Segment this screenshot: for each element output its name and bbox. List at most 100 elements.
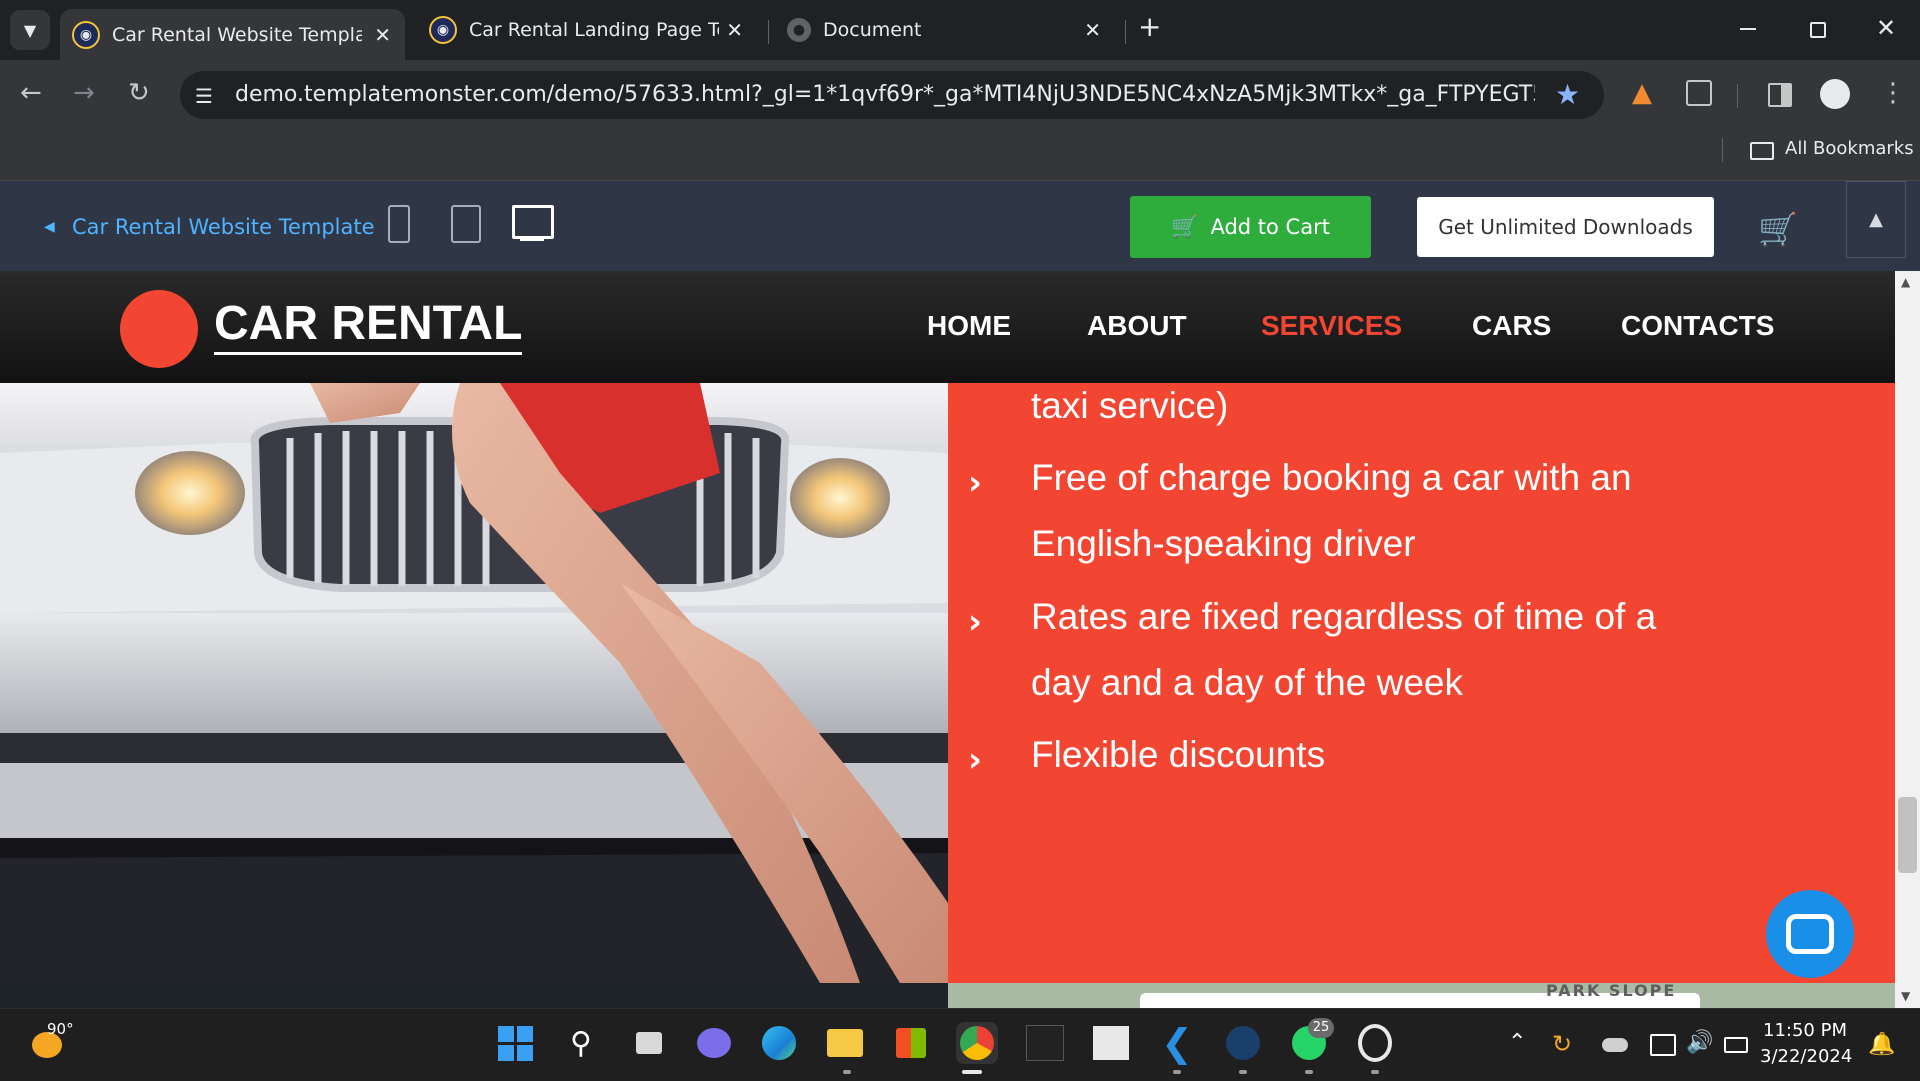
meet-video-icon[interactable]: [693, 1022, 735, 1064]
url-text[interactable]: demo.templatemonster.com/demo/57633.html…: [235, 82, 1535, 107]
browser-tab[interactable]: ● Document ✕: [775, 9, 1115, 51]
tab-title: Car Rental Landing Page Templa: [469, 19, 719, 41]
close-icon[interactable]: ✕: [374, 23, 391, 47]
list-item-line1: Free of charge booking a car with an: [1031, 457, 1632, 498]
chat-bubble-icon: [1786, 914, 1834, 954]
live-chat-button[interactable]: [1766, 890, 1854, 978]
scroll-down-arrow-icon[interactable]: ▼: [1901, 989, 1910, 1003]
bookmark-star-icon[interactable]: ★: [1555, 78, 1580, 111]
extensions-puzzle-icon[interactable]: [1686, 80, 1712, 106]
network-icon[interactable]: [1650, 1034, 1676, 1056]
browser-tab[interactable]: ◉ Car Rental Landing Page Templa ✕: [417, 9, 757, 51]
desktop-view-icon[interactable]: [512, 205, 554, 239]
file-explorer-icon[interactable]: [824, 1022, 866, 1064]
toolbar-divider: [1722, 138, 1723, 162]
back-caret-icon[interactable]: ◀: [44, 219, 55, 235]
close-icon[interactable]: ✕: [726, 18, 743, 42]
menu-kebab-icon[interactable]: ⋮: [1880, 78, 1906, 108]
side-panel-icon[interactable]: [1768, 83, 1792, 107]
mobile-view-icon[interactable]: [388, 205, 410, 243]
sync-icon[interactable]: ↻: [1552, 1030, 1572, 1058]
tray-chevron-up-icon[interactable]: ⌃: [1508, 1030, 1526, 1055]
back-to-template-link[interactable]: Car Rental Website Template: [72, 215, 375, 239]
nav-services[interactable]: SERVICES: [1261, 310, 1402, 342]
nav-cars[interactable]: CARS: [1472, 310, 1551, 342]
restore-icon[interactable]: [1810, 22, 1826, 38]
add-to-cart-label: Add to Cart: [1210, 215, 1330, 239]
running-indicator: [843, 1070, 851, 1074]
notification-bell-icon[interactable]: 🔔: [1868, 1032, 1895, 1057]
scrollbar-thumb[interactable]: [1898, 797, 1917, 873]
chevron-up-icon: ▲: [1869, 209, 1883, 230]
whatsapp-badge: 25: [1308, 1018, 1334, 1038]
taskbar-clock[interactable]: 11:50 PM 3/22/2024: [1760, 1018, 1853, 1070]
bookmarks-bar: [0, 130, 1920, 181]
profile-avatar-icon[interactable]: [1820, 79, 1850, 109]
photo-bottom-strip: [0, 983, 948, 1008]
running-indicator: [1305, 1070, 1313, 1074]
map-label: PARK SLOPE: [1546, 983, 1677, 1000]
tab-divider: [1125, 20, 1126, 44]
forward-arrow-icon[interactable]: →: [73, 78, 95, 108]
tablet-view-icon[interactable]: [451, 205, 481, 243]
all-bookmarks-link[interactable]: All Bookmarks: [1785, 138, 1914, 159]
list-item-partial-text: taxi service): [1031, 385, 1229, 426]
volume-icon[interactable]: 🔊: [1686, 1030, 1713, 1055]
site-logo[interactable]: CAR RENTAL: [214, 300, 523, 355]
cart-icon[interactable]: 🛒: [1758, 210, 1798, 248]
page-scrollbar[interactable]: ▲ ▼: [1895, 271, 1920, 1008]
services-panel: taxi service) › Free of charge booking a…: [948, 383, 1895, 983]
map-preview[interactable]: PARK SLOPE: [948, 983, 1895, 1008]
tab-search-button[interactable]: ▼: [10, 10, 50, 50]
nav-contacts[interactable]: CONTACTS: [1621, 310, 1774, 342]
new-tab-button[interactable]: +: [1138, 10, 1161, 43]
scroll-up-arrow-icon[interactable]: ▲: [1901, 275, 1910, 289]
opera-icon[interactable]: [1354, 1022, 1396, 1064]
running-indicator: [1239, 1070, 1247, 1074]
get-unlimited-downloads-button[interactable]: Get Unlimited Downloads: [1417, 197, 1714, 257]
folder-icon: [1750, 142, 1774, 160]
onedrive-icon[interactable]: [1602, 1038, 1628, 1052]
browser-tab-active[interactable]: ◉ Car Rental Website Template#5 ✕: [60, 9, 405, 60]
nav-home[interactable]: HOME: [927, 310, 1011, 342]
battery-icon[interactable]: [1724, 1037, 1748, 1053]
list-item-line2: day and a day of the week: [1031, 662, 1463, 703]
search-icon[interactable]: ⚲: [560, 1022, 602, 1064]
toolbar-divider: [1737, 84, 1738, 108]
fifa-game-icon[interactable]: [1090, 1022, 1132, 1064]
tab-title: Car Rental Website Template#5: [112, 23, 362, 46]
desktop-stand: [520, 238, 544, 241]
weather-temp[interactable]: 90°: [47, 1020, 74, 1038]
nav-about[interactable]: ABOUT: [1087, 310, 1187, 342]
close-icon[interactable]: ✕: [1084, 18, 1101, 42]
site-info-icon[interactable]: ☰: [195, 84, 213, 108]
cart-icon: 🛒: [1171, 214, 1199, 240]
back-arrow-icon[interactable]: ←: [20, 78, 42, 108]
vscode-icon[interactable]: ❮: [1156, 1021, 1198, 1065]
chevron-down-icon: ▼: [23, 20, 37, 40]
running-indicator: [1371, 1070, 1379, 1074]
collapse-bar-button[interactable]: ▲: [1846, 181, 1906, 258]
microsoft-store-icon[interactable]: [890, 1022, 932, 1064]
list-item-line1: Rates are fixed regardless of time of a: [1031, 596, 1657, 637]
clock-date: 3/22/2024: [1760, 1046, 1853, 1067]
tab-divider: [768, 20, 769, 44]
windows-start-icon[interactable]: [494, 1022, 536, 1064]
task-view-icon[interactable]: [628, 1022, 670, 1064]
reload-icon[interactable]: ↻: [128, 78, 150, 108]
pes-game-icon[interactable]: [1024, 1022, 1066, 1064]
hero-car-photo: [0, 383, 948, 983]
window-close-icon[interactable]: ✕: [1876, 14, 1896, 42]
clock-time: 11:50 PM: [1763, 1020, 1847, 1041]
minimize-icon[interactable]: [1740, 28, 1756, 30]
edge-icon[interactable]: [758, 1022, 800, 1064]
add-to-cart-button[interactable]: 🛒 Add to Cart: [1130, 196, 1371, 258]
steam-icon[interactable]: [1222, 1022, 1264, 1064]
chevron-right-icon: ›: [968, 740, 983, 780]
unlimited-label: Get Unlimited Downloads: [1438, 215, 1693, 239]
logo-mark[interactable]: [120, 290, 198, 368]
car-photo-illustration: [0, 383, 948, 983]
chrome-icon[interactable]: [956, 1022, 998, 1064]
extension-fire-icon[interactable]: ▲: [1632, 78, 1652, 108]
chevron-right-icon: ›: [968, 602, 983, 642]
